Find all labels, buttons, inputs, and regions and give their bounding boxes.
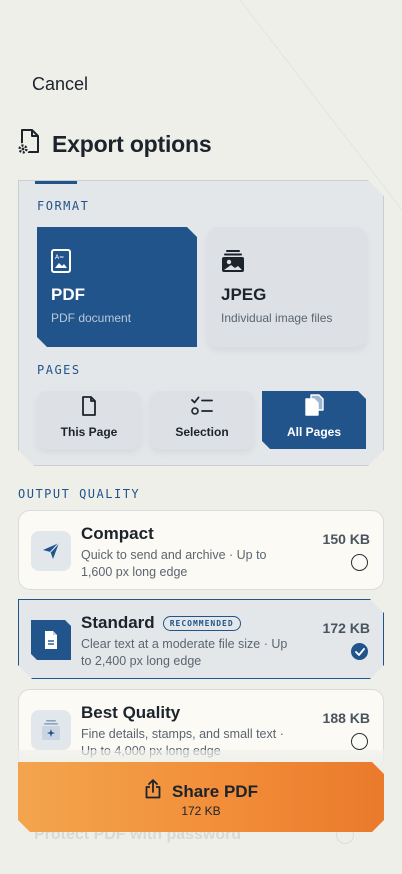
page-icon bbox=[81, 396, 97, 419]
quality-option-standard[interactable]: Standard RECOMMENDED Clear text at a mod… bbox=[18, 599, 384, 679]
svg-text:A=: A= bbox=[55, 254, 64, 261]
quality-name: Standard RECOMMENDED bbox=[81, 613, 241, 633]
share-button-content: Share PDF bbox=[18, 779, 384, 804]
quality-description: Clear text at a moderate file size · Up … bbox=[81, 637, 288, 668]
format-option-jpeg[interactable]: JPEG Individual image files bbox=[207, 227, 367, 347]
document-icon bbox=[31, 620, 71, 660]
quality-name: Compact bbox=[81, 524, 154, 543]
sparkle-document-icon bbox=[31, 710, 71, 750]
pages-option-label: Selection bbox=[175, 425, 229, 439]
pages-stack-icon bbox=[304, 394, 324, 419]
pages-option-label: This Page bbox=[60, 425, 118, 439]
radio-unchecked[interactable] bbox=[351, 554, 368, 571]
page-title: Export options bbox=[52, 131, 212, 157]
quality-file-size: 172 KB bbox=[322, 620, 370, 636]
format-pages-panel: FORMAT A= PDF PDF document JPEG Individu… bbox=[18, 180, 384, 466]
share-icon bbox=[144, 779, 162, 804]
pages-option-label: All Pages bbox=[286, 425, 342, 439]
share-file-size: 172 KB bbox=[181, 804, 221, 818]
checklist-icon bbox=[191, 396, 213, 419]
format-description: Individual image files bbox=[221, 311, 333, 325]
format-description: PDF document bbox=[51, 311, 132, 325]
cancel-button[interactable]: Cancel bbox=[32, 74, 88, 95]
paper-plane-icon bbox=[31, 531, 71, 571]
pages-option-all-pages[interactable]: All Pages bbox=[262, 391, 366, 449]
quality-option-compact[interactable]: Compact Quick to send and archive · Up t… bbox=[18, 510, 384, 590]
image-stack-icon bbox=[221, 249, 245, 278]
page-header: Export options bbox=[16, 128, 212, 161]
document-settings-icon bbox=[16, 128, 42, 161]
format-section-label: FORMAT bbox=[37, 199, 90, 213]
format-name: JPEG bbox=[221, 285, 267, 304]
quality-file-size: 150 KB bbox=[322, 531, 370, 547]
panel-accent bbox=[35, 181, 77, 184]
share-button-label: Share PDF bbox=[172, 781, 258, 801]
quality-description: Quick to send and archive · Up to 1,600 … bbox=[81, 548, 267, 579]
format-name: PDF bbox=[51, 285, 85, 304]
checkmark-icon bbox=[355, 643, 365, 661]
quality-file-size: 188 KB bbox=[322, 710, 370, 726]
output-quality-section-label: OUTPUT QUALITY bbox=[18, 487, 141, 501]
pages-option-this-page[interactable]: This Page bbox=[37, 391, 141, 449]
pdf-document-icon: A= bbox=[51, 249, 71, 278]
radio-checked[interactable] bbox=[351, 643, 368, 660]
pages-option-selection[interactable]: Selection bbox=[150, 391, 254, 449]
format-option-pdf[interactable]: A= PDF PDF document bbox=[37, 227, 197, 347]
recommended-badge: RECOMMENDED bbox=[163, 616, 241, 631]
radio-unchecked[interactable] bbox=[351, 733, 368, 750]
pages-section-label: PAGES bbox=[37, 363, 81, 377]
share-pdf-button[interactable]: Share PDF 172 KB bbox=[18, 762, 384, 832]
quality-name: Best Quality bbox=[81, 703, 181, 722]
